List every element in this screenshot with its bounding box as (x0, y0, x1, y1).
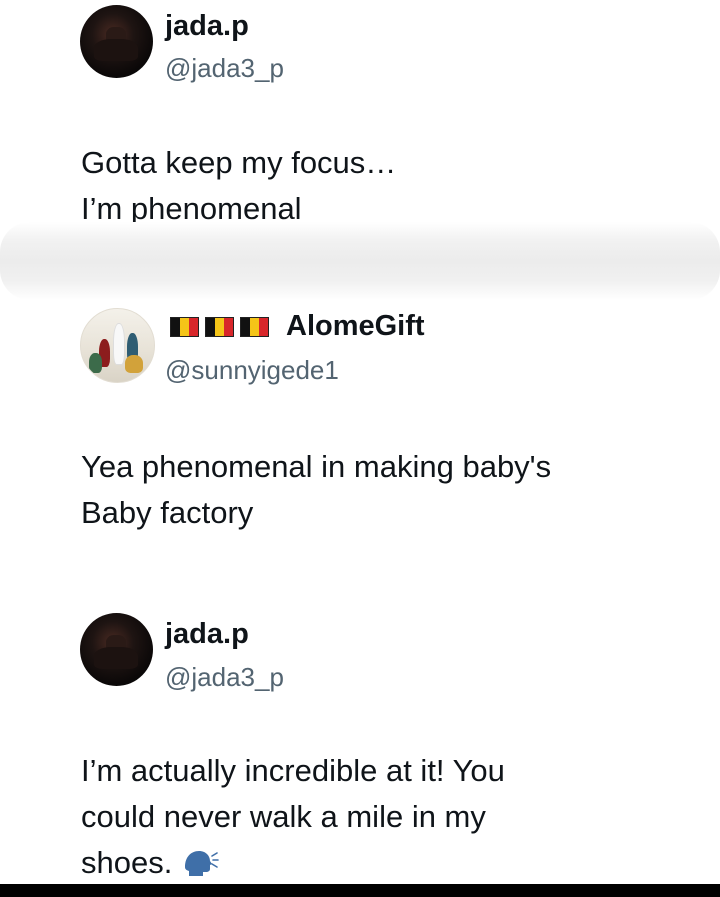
belgium-flag-icon (170, 317, 199, 337)
display-name[interactable]: jada.p (165, 12, 249, 41)
tweet-line: shoes. (81, 845, 173, 880)
tweet-text: Gotta keep my focus… I’m phenomenal (81, 140, 396, 232)
name-flags (170, 316, 275, 338)
avatar-jada[interactable] (80, 5, 153, 78)
tweet-text: I’m actually incredible at it! You could… (81, 748, 505, 886)
belgium-flag-icon (240, 317, 269, 337)
avatar-jada[interactable] (80, 613, 153, 686)
user-handle[interactable]: @jada3_p (165, 664, 284, 690)
avatar-alomegift[interactable] (80, 308, 155, 383)
belgium-flag-icon (205, 317, 234, 337)
display-name[interactable]: jada.p (165, 620, 249, 649)
user-handle[interactable]: @sunnyigede1 (165, 357, 339, 383)
tweet-line: I’m actually incredible at it! You (81, 753, 505, 788)
tweet-line: could never walk a mile in my (81, 799, 486, 834)
tweet-text: Yea phenomenal in making baby's Baby fac… (81, 444, 551, 536)
speaking-head-icon (184, 851, 219, 876)
tweet-line: Gotta keep my focus… (81, 145, 397, 180)
tweet-line: Yea phenomenal in making baby's (81, 449, 552, 484)
display-name[interactable]: AlomeGift (286, 312, 425, 341)
tweet-line: Baby factory (81, 495, 254, 530)
user-handle[interactable]: @jada3_p (165, 55, 284, 81)
blur-divider (0, 222, 720, 300)
bottom-edge-bar (0, 884, 720, 897)
tweet-line-last: shoes. (81, 840, 505, 886)
